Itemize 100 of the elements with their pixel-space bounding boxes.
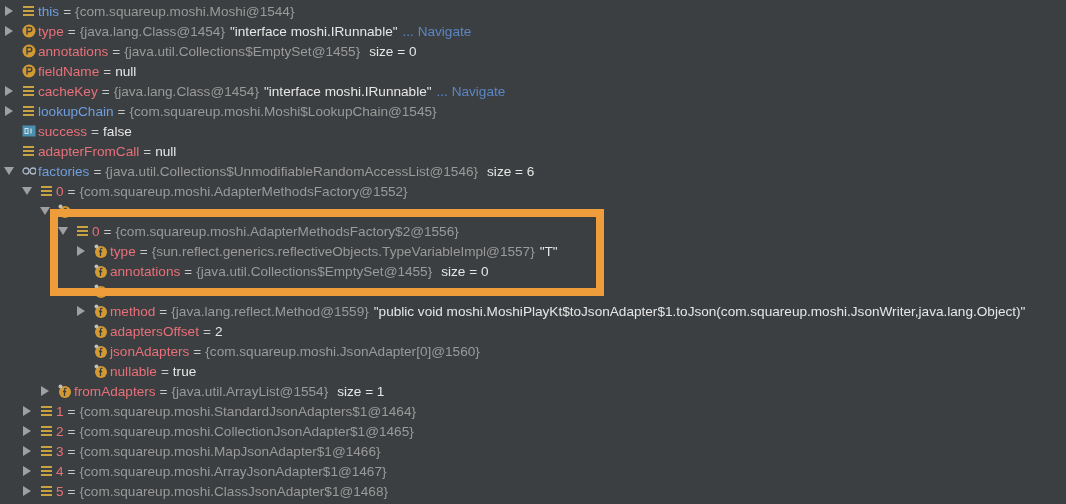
variable-name: type [38,23,64,39]
equals-sign: = [67,183,76,199]
size-label: size = 0 [369,43,417,59]
variable-name: adaptersOffset [110,323,199,339]
navigate-link[interactable]: ... Navigate [436,83,506,99]
equals-sign: = [159,383,168,399]
f-circle-icon [94,344,108,358]
object-reference: {java.lang.Class@1454} [113,83,259,99]
list-lines-icon [22,84,36,98]
variable-name: fromAdapters [74,383,156,399]
expand-arrow-icon[interactable] [4,86,14,96]
equals-sign: = [67,23,76,39]
expand-arrow-icon[interactable] [40,386,50,396]
variable-name: 4 [56,463,64,479]
f-circle-icon [94,324,108,338]
object-reference: {com.squareup.moshi.Moshi@1544} [75,3,295,19]
equals-sign: = [67,483,76,499]
equals-sign: = [67,463,76,479]
p-circle-icon [22,24,36,38]
boolean-icon [22,124,36,138]
equals-sign: = [93,163,102,179]
variable-value: "public void moshi.MoshiPlayKt$toJsonAdapter$1.toJson(com.squareup.moshi.JsonWriter,java.lang.Object)" [373,303,1026,319]
object-reference: {com.squareup.moshi.AdapterMethodsFactory$2@1556} [115,223,459,239]
f-circle-icon [94,264,108,278]
object-reference: {com.squareup.moshi.StandardJsonAdapters$1@1464} [79,403,416,419]
variable-name: annotations [110,263,181,279]
equals-sign: = [117,103,126,119]
f-circle-icon [94,244,108,258]
variable-name: lookupChain [38,103,114,119]
navigate-link[interactable]: ... Navigate [402,23,472,39]
list-lines-icon [40,184,54,198]
equals-sign: = [159,303,168,319]
size-label: size = 0 [441,263,489,279]
variable-name: 0 [56,183,64,199]
expand-arrow-icon[interactable] [4,106,14,116]
list-lines-icon [76,224,90,238]
variable-value: true [172,363,197,379]
collapse-arrow-icon[interactable] [40,206,50,216]
object-reference: {java.lang.reflect.Method@1559} [171,303,369,319]
expand-arrow-icon[interactable] [22,426,32,436]
equals-sign: = [112,43,121,59]
f-circle-icon [94,304,108,318]
variable-name: success [38,123,88,139]
list-lines-icon [40,424,54,438]
variable-name: factories [38,163,90,179]
variable-name: cacheKey [38,83,98,99]
variable-name: 5 [56,483,64,499]
variable-name: method [110,303,156,319]
object-reference: {com.squareup.moshi.ClassJsonAdapter$1@1468} [79,483,389,499]
expand-arrow-icon[interactable] [76,246,86,256]
variable-value: 2 [214,323,223,339]
f-circle-icon [58,384,72,398]
object-reference: {com.squareup.moshi.MapJsonAdapter$1@1466} [79,443,381,459]
size-label: size = 6 [487,163,535,179]
expand-arrow-icon[interactable] [4,6,14,16]
variable-value: null [155,143,177,159]
list-lines-icon [40,444,54,458]
expand-arrow-icon[interactable] [22,486,32,496]
equals-sign: = [193,343,202,359]
collapse-arrow-icon[interactable] [58,226,68,236]
equals-sign: = [103,63,112,79]
object-reference: {com.squareup.moshi.JsonAdapter[0]@1560} [205,343,480,359]
variable-value: "T" [539,243,558,259]
variable-name: 1 [56,403,64,419]
list-lines-icon [40,484,54,498]
p-circle-icon [22,64,36,78]
expand-arrow-icon[interactable] [4,26,14,36]
list-lines-icon [40,404,54,418]
variable-name: type [110,243,136,259]
list-lines-icon [40,464,54,478]
equals-sign: = [202,323,211,339]
object-reference: {java.util.Collections$EmptySet@1455} [124,43,361,59]
equals-sign: = [63,3,72,19]
object-reference: {java.util.Collections$EmptySet@1455} [196,263,433,279]
object-reference: {java.lang.Class@1454} [79,23,225,39]
expand-arrow-icon[interactable] [76,306,86,316]
variable-name: fieldName [38,63,100,79]
equals-sign: = [103,223,112,239]
object-reference: {com.squareup.moshi.AdapterMethodsFactory@1552} [79,183,408,199]
expand-arrow-icon[interactable] [22,466,32,476]
object-reference: {java.util.ArrayList@1554} [171,383,329,399]
f-circle-icon [94,364,108,378]
variable-name: 0 [92,223,100,239]
size-label: size = 1 [337,383,385,399]
object-reference: {com.squareup.moshi.ArrayJsonAdapter$1@1467} [79,463,387,479]
equals-sign: = [143,143,152,159]
variable-name: 3 [56,443,64,459]
equals-sign: = [101,83,110,99]
equals-sign: = [139,243,148,259]
expand-arrow-icon[interactable] [22,446,32,456]
variable-name: this [38,3,60,19]
p-circle-icon [22,44,36,58]
expand-arrow-icon[interactable] [22,406,32,416]
variable-name: 2 [56,423,64,439]
collapse-arrow-icon[interactable] [22,186,32,196]
list-lines-icon [22,4,36,18]
list-lines-icon [22,104,36,118]
equals-sign: = [67,443,76,459]
variable-name: jsonAdapters [110,343,190,359]
collapse-arrow-icon[interactable] [4,166,14,176]
